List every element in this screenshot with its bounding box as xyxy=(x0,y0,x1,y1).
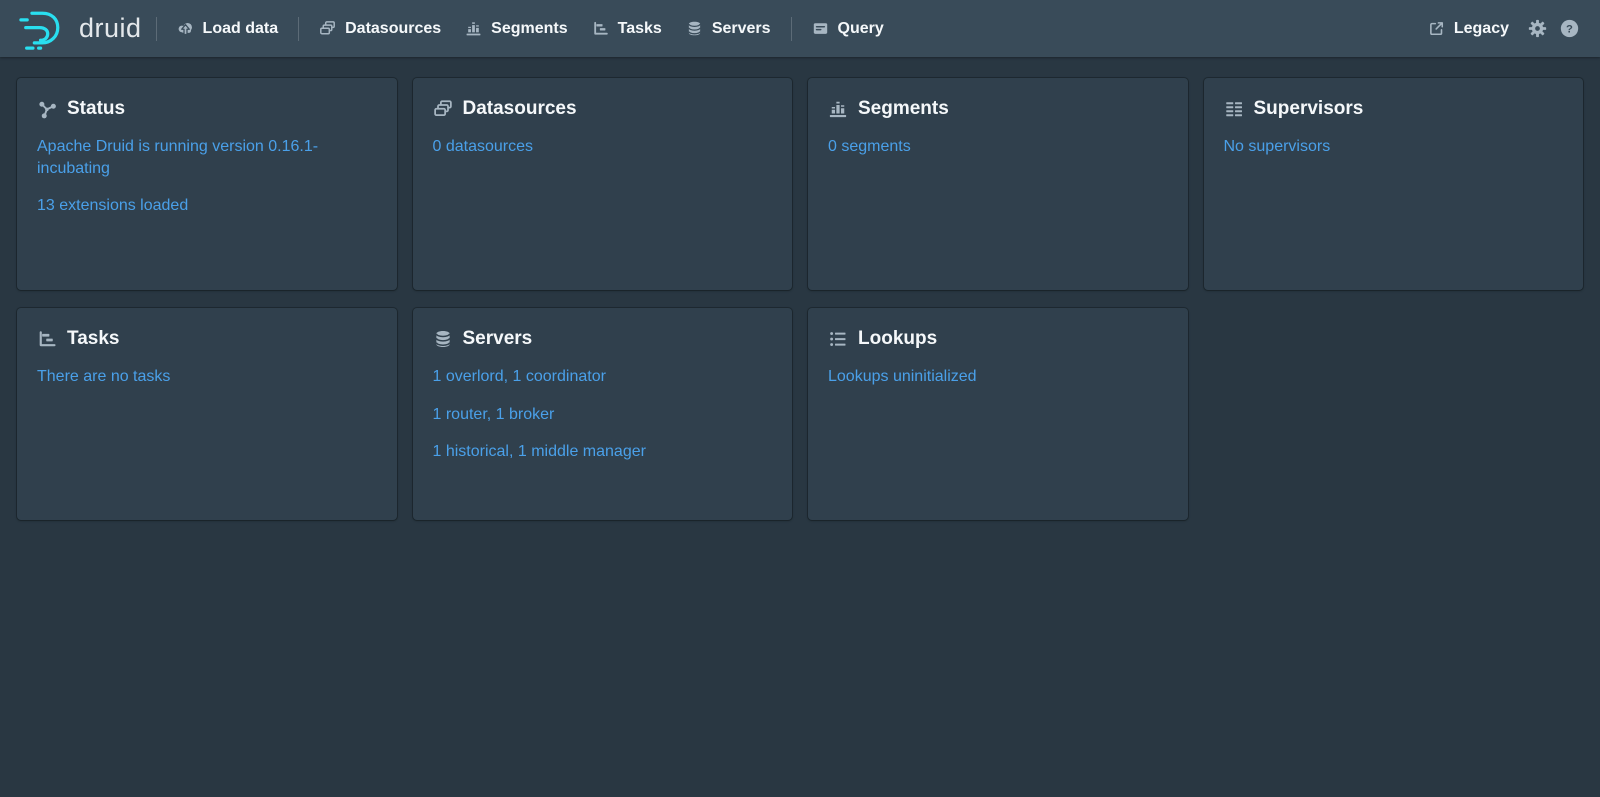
card-title: Supervisors xyxy=(1254,98,1364,120)
datasources-card: Datasources 0 datasources xyxy=(413,78,793,290)
properties-icon xyxy=(828,329,848,349)
tasks-count-link[interactable]: There are no tasks xyxy=(37,366,377,388)
card-title-row: Lookups xyxy=(828,328,1168,350)
nav-item-tasks[interactable]: Tasks xyxy=(580,0,674,57)
druid-logo-icon xyxy=(17,7,67,51)
card-title-row: Datasources xyxy=(433,98,773,120)
nav-item-datasources[interactable]: Datasources xyxy=(307,0,453,57)
nav-item-query[interactable]: Query xyxy=(800,0,896,57)
navbar-divider xyxy=(791,17,792,41)
status-extensions-link[interactable]: 13 extensions loaded xyxy=(37,195,377,217)
console-icon xyxy=(812,20,829,37)
servers-master-link[interactable]: 1 overlord, 1 coordinator xyxy=(433,366,773,388)
supervisors-card: Supervisors No supervisors xyxy=(1204,78,1584,290)
segments-card: Segments 0 segments xyxy=(808,78,1188,290)
legacy-link[interactable]: Legacy xyxy=(1416,0,1521,57)
card-title-row: Servers xyxy=(433,328,773,350)
nav-item-servers[interactable]: Servers xyxy=(674,0,783,57)
settings-button[interactable] xyxy=(1521,11,1553,47)
gantt-chart-icon xyxy=(592,20,609,37)
lookups-card: Lookups Lookups uninitialized xyxy=(808,308,1188,520)
top-navbar: druid Load data Datasources Segments Tas… xyxy=(0,0,1600,57)
cloud-upload-icon xyxy=(177,20,194,37)
help-button[interactable] xyxy=(1553,11,1585,47)
home-card-grid: Status Apache Druid is running version 0… xyxy=(0,57,1600,541)
nav-item-label: Query xyxy=(838,20,884,38)
nav-item-label: Segments xyxy=(491,20,567,38)
stacked-chart-icon xyxy=(465,20,482,37)
status-card: Status Apache Druid is running version 0… xyxy=(17,78,397,290)
card-title: Datasources xyxy=(463,98,577,120)
servers-card: Servers 1 overlord, 1 coordinator 1 rout… xyxy=(413,308,793,520)
card-title-row: Segments xyxy=(828,98,1168,120)
external-link-icon xyxy=(1428,20,1445,37)
help-icon xyxy=(1560,19,1579,38)
servers-data-link[interactable]: 1 historical, 1 middle manager xyxy=(433,441,773,463)
nav-item-label: Tasks xyxy=(618,20,662,38)
nav-item-label: Servers xyxy=(712,20,771,38)
multi-select-icon xyxy=(319,20,336,37)
segments-count-link[interactable]: 0 segments xyxy=(828,136,1168,158)
card-title: Servers xyxy=(463,328,533,350)
database-icon xyxy=(433,329,453,349)
druid-brand[interactable]: druid xyxy=(15,0,148,57)
gantt-chart-icon xyxy=(37,329,57,349)
servers-query-link[interactable]: 1 router, 1 broker xyxy=(433,404,773,426)
graph-icon xyxy=(37,99,57,119)
stacked-chart-icon xyxy=(828,99,848,119)
nav-item-label: Datasources xyxy=(345,20,441,38)
card-title: Status xyxy=(67,98,125,120)
card-title-row: Status xyxy=(37,98,377,120)
card-title-row: Supervisors xyxy=(1224,98,1564,120)
nav-item-load-data[interactable]: Load data xyxy=(165,0,291,57)
list-columns-icon xyxy=(1224,99,1244,119)
card-title: Tasks xyxy=(67,328,119,350)
nav-item-label: Load data xyxy=(203,20,279,38)
gear-icon xyxy=(1528,19,1547,38)
legacy-label: Legacy xyxy=(1454,20,1509,38)
navbar-right: Legacy xyxy=(1416,0,1585,57)
navbar-left: druid Load data Datasources Segments Tas… xyxy=(15,0,896,57)
lookups-status-link[interactable]: Lookups uninitialized xyxy=(828,366,1168,388)
supervisors-count-link[interactable]: No supervisors xyxy=(1224,136,1564,158)
card-title: Segments xyxy=(858,98,949,120)
navbar-divider xyxy=(298,17,299,41)
brand-wordmark: druid xyxy=(79,13,142,44)
navbar-divider xyxy=(156,17,157,41)
datasources-count-link[interactable]: 0 datasources xyxy=(433,136,773,158)
nav-item-segments[interactable]: Segments xyxy=(453,0,579,57)
status-version-link[interactable]: Apache Druid is running version 0.16.1-i… xyxy=(37,136,377,179)
database-icon xyxy=(686,20,703,37)
multi-select-icon xyxy=(433,99,453,119)
card-title: Lookups xyxy=(858,328,937,350)
tasks-card: Tasks There are no tasks xyxy=(17,308,397,520)
card-title-row: Tasks xyxy=(37,328,377,350)
